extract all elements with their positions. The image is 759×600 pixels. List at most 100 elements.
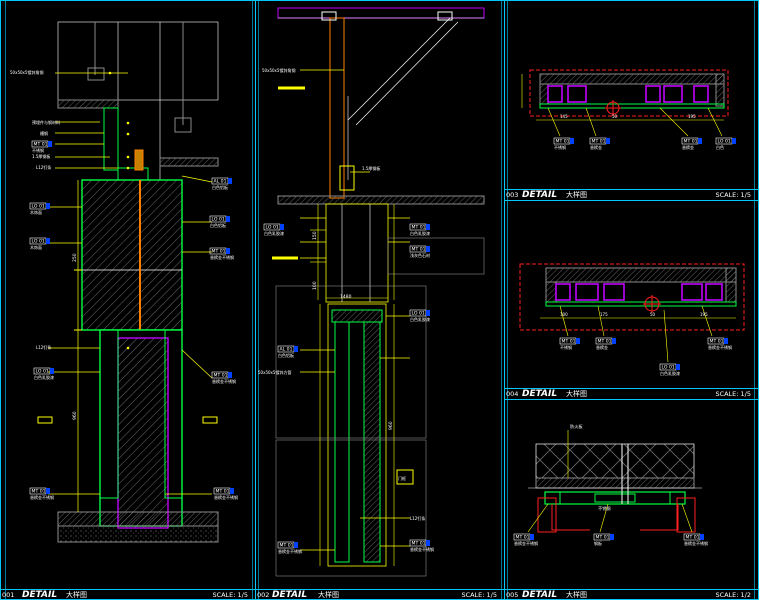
material-tag-code: MT 01 bbox=[412, 225, 426, 231]
material-tag-code: MT 01 bbox=[212, 249, 226, 255]
leader-note: 1.5厚钢板 bbox=[32, 153, 50, 159]
material-tag-label: 不锈钢 bbox=[560, 344, 572, 350]
leader-note: 槽钢 bbox=[40, 130, 48, 136]
leader-note: 预埋件与钢材料 bbox=[32, 119, 60, 125]
leader-note: L12钉条 bbox=[36, 344, 51, 350]
panel-title: DETAIL bbox=[272, 590, 307, 600]
panel-title: DETAIL bbox=[22, 590, 57, 600]
dimension-text: 100 bbox=[312, 281, 318, 290]
material-tag-label: 钢板 bbox=[594, 540, 602, 546]
material-tag-code: LO 01 bbox=[36, 369, 49, 375]
dimension-text: 1480 bbox=[340, 294, 352, 300]
material-tag-label: 浅灰色石材 bbox=[410, 252, 430, 258]
material-tag-code: MT 01 bbox=[556, 139, 570, 145]
material-tag-code: MT 01 bbox=[684, 139, 698, 145]
material-tag-label: 香槟金不锈钢 bbox=[210, 254, 234, 260]
material-tag-code: LO 01 bbox=[718, 139, 731, 145]
material-tag-label: 不锈钢 bbox=[32, 147, 44, 153]
panel-subtitle: 大样图 bbox=[566, 190, 587, 199]
material-tag-label: 香槟金不锈钢 bbox=[212, 378, 236, 384]
material-tag-label: 白色铝板 bbox=[210, 222, 226, 228]
dimension-text: 175 bbox=[600, 312, 608, 317]
material-tag-label: 香槟金不锈钢 bbox=[30, 494, 54, 500]
dimension-text: 960 bbox=[72, 411, 78, 420]
dimension-text: 145 bbox=[560, 114, 568, 119]
center-label: 不锈钢 bbox=[598, 505, 611, 512]
leader-arrowhead bbox=[126, 132, 130, 136]
leader-arrowhead bbox=[126, 155, 130, 159]
material-tag-label: 香槟金不锈钢 bbox=[684, 540, 708, 546]
leader-note: L12钉条 bbox=[36, 164, 51, 170]
leader-arrowhead bbox=[108, 71, 112, 75]
dimension-text: 250 bbox=[72, 253, 78, 262]
material-tag-code: MT 01 bbox=[596, 535, 610, 541]
material-tag-label: 白色乳胶漆 bbox=[410, 230, 430, 236]
panel-subtitle: 大样图 bbox=[566, 590, 587, 599]
material-tag-label: 白色 bbox=[716, 144, 724, 150]
material-tag-label: 香槟金 bbox=[682, 144, 694, 150]
leader-arrowhead bbox=[126, 346, 130, 350]
material-tag-code: MT 01 bbox=[592, 139, 606, 145]
material-tag-code: MT 01 bbox=[214, 373, 228, 379]
leader-note: 50x50x5镀锌角钢 bbox=[10, 69, 43, 75]
leader-note: 1.5厚钢板 bbox=[362, 165, 380, 171]
dimension-text: 50 bbox=[650, 312, 656, 317]
dimension-text: 195 bbox=[688, 114, 696, 119]
material-tag-label: 香槟金不锈钢 bbox=[278, 548, 302, 554]
material-tag-label: 木饰面 bbox=[30, 209, 42, 215]
material-tag-code: MT 01 bbox=[412, 247, 426, 253]
dimension-text: 50 bbox=[612, 114, 618, 119]
material-tag-label: 木饰面 bbox=[30, 244, 42, 250]
material-tag-label: 香槟金 bbox=[596, 344, 608, 350]
material-tag-label: 香槟金不锈钢 bbox=[708, 344, 732, 350]
panel-subtitle: 大样图 bbox=[318, 590, 339, 599]
material-tag-code: MT 01 bbox=[32, 489, 46, 495]
material-tag-label: 白色乳胶漆 bbox=[410, 316, 430, 322]
leader-note: 防火板 bbox=[570, 423, 583, 430]
panel-number: 005 bbox=[506, 591, 518, 599]
panel-scale: SCALE: 1/2 bbox=[715, 591, 751, 599]
material-tag-code: MT 01 bbox=[686, 535, 700, 541]
material-tag-label: 不锈钢 bbox=[554, 144, 566, 150]
material-tag-label: 白色乳胶漆 bbox=[34, 374, 54, 380]
material-tag-code: MT 01 bbox=[280, 543, 294, 549]
material-tag-code: LO 01 bbox=[212, 217, 225, 223]
material-tag-label: 香槟金不锈钢 bbox=[514, 540, 538, 546]
detail-002-drawing bbox=[272, 7, 485, 577]
dimension-text: 100 bbox=[560, 312, 568, 317]
dimension-text: 150 bbox=[312, 231, 318, 240]
material-tag-code: MT 01 bbox=[710, 339, 724, 345]
leader-note: 50x50x5镀锌方管 bbox=[258, 369, 291, 375]
drawing-sheet: 001 DETAIL 大样图 SCALE: 1/5 002 DETAIL 大样图 SCALE:… bbox=[0, 0, 759, 600]
leader-arrowhead bbox=[126, 121, 130, 125]
material-tag-code: AL 01 bbox=[214, 179, 227, 185]
dimension-text: 960 bbox=[388, 421, 394, 430]
material-tag-label: 香槟金不锈钢 bbox=[214, 494, 238, 500]
material-tag-code: MT 01 bbox=[562, 339, 576, 345]
material-tag-code: LO 01 bbox=[412, 311, 425, 317]
material-tag-code: MT 01 bbox=[216, 489, 230, 495]
panel-subtitle: 大样图 bbox=[566, 389, 587, 398]
detail-003-drawing bbox=[521, 69, 729, 137]
material-tag-code: MT 01 bbox=[412, 541, 426, 547]
material-tag-code: AL 01 bbox=[280, 347, 293, 353]
material-tag-label: 白色铝板 bbox=[212, 184, 228, 190]
panel-number: 003 bbox=[506, 191, 518, 199]
dimension-text: 195 bbox=[700, 312, 708, 317]
panel-scale: SCALE: 1/5 bbox=[715, 191, 751, 199]
panel-title: DETAIL bbox=[522, 190, 557, 200]
leader-arrowhead bbox=[126, 166, 130, 170]
panel-number: 001 bbox=[2, 591, 14, 599]
material-tag-code: LO 01 bbox=[662, 365, 675, 371]
panel-scale: SCALE: 1/5 bbox=[461, 591, 497, 599]
detail-005-drawing bbox=[527, 430, 702, 533]
panel-number: 004 bbox=[506, 390, 518, 398]
panel-subtitle: 大样图 bbox=[66, 590, 87, 599]
material-tag-label: 白色乳胶漆 bbox=[264, 230, 284, 236]
material-tag-code: MT 01 bbox=[34, 142, 48, 148]
material-tag-code: LO 01 bbox=[32, 204, 45, 210]
panel-number: 002 bbox=[257, 591, 269, 599]
cad-drawing: 001 DETAIL 大样图 SCALE: 1/5 002 DETAIL 大样图 SCALE:… bbox=[0, 0, 759, 600]
material-tag-code: LO 01 bbox=[266, 225, 279, 231]
material-tag-code: LO 01 bbox=[32, 239, 45, 245]
